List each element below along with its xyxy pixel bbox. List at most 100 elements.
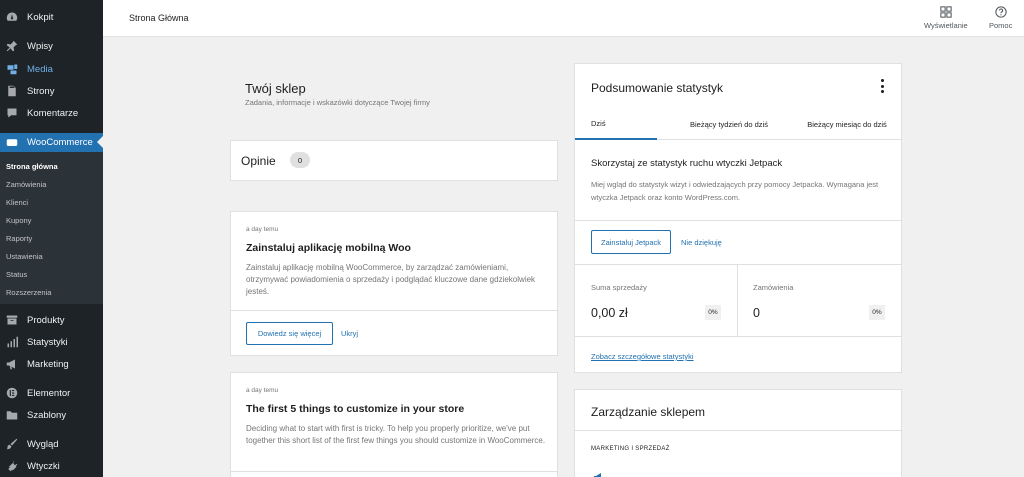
- dismiss-button[interactable]: Ukryj: [341, 329, 358, 338]
- divider: [575, 264, 901, 265]
- megaphone-icon: [594, 473, 601, 477]
- submenu-item-orders[interactable]: Zamówienia: [6, 180, 46, 189]
- submenu-item-home[interactable]: Strona główna: [6, 162, 58, 171]
- divider: [575, 220, 901, 221]
- help-button[interactable]: Pomoc: [989, 6, 1012, 30]
- note-time: a day temu: [246, 226, 279, 233]
- sales-value: 0,00 zł: [591, 306, 628, 320]
- tab-month-to-date[interactable]: Bieżący miesiąc do dziś: [801, 110, 893, 140]
- woocommerce-icon: [5, 136, 19, 150]
- jetpack-body: Miej wgląd do statystyk wizyt i odwiedza…: [591, 180, 879, 202]
- menu-item-media[interactable]: Media: [0, 58, 103, 80]
- more-options-icon[interactable]: [879, 79, 885, 93]
- woocommerce-submenu: Strona główna Zamówienia Klienci Kupony …: [0, 152, 103, 304]
- grid-icon: [940, 6, 952, 18]
- menu-label: Wpisy: [27, 40, 53, 52]
- menu-item-woocommerce[interactable]: WooCommerce: [0, 133, 103, 152]
- menu-label: Wygląd: [27, 438, 59, 450]
- submenu-item-settings[interactable]: Ustawienia: [6, 252, 43, 261]
- menu-item-wyglad[interactable]: Wygląd: [0, 433, 103, 455]
- inbox-note-card: a day temu The first 5 things to customi…: [230, 372, 558, 477]
- store-management-title: Zarządzanie sklepem: [591, 405, 706, 419]
- note-title: Zainstaluj aplikację mobilną Woo: [246, 242, 411, 254]
- menu-label: Media: [27, 63, 53, 75]
- inbox-note-card: a day temu Zainstaluj aplikację mobilną …: [230, 211, 558, 356]
- note-body: Zainstaluj aplikację mobilną WooCommerce…: [246, 263, 536, 296]
- note-time: a day temu: [246, 387, 279, 394]
- jetpack-title: Skorzystaj ze statystyk ruchu wtyczki Je…: [591, 158, 783, 169]
- dashboard-icon: [5, 10, 19, 24]
- menu-label: Szablony: [27, 409, 67, 421]
- menu-item-wpisy[interactable]: Wpisy: [0, 35, 103, 57]
- brush-icon: [5, 437, 19, 451]
- submenu-item-customers[interactable]: Klienci: [6, 198, 28, 207]
- menu-label: Statystyki: [27, 336, 68, 348]
- detailed-stats-link[interactable]: Zobacz szczegółowe statystyki: [591, 352, 694, 361]
- menu-item-szablony[interactable]: Szablony: [0, 404, 103, 426]
- menu-label: WooCommerce: [27, 137, 93, 148]
- menu-label: Strony: [27, 85, 55, 97]
- sales-delta-badge: 0%: [705, 305, 721, 320]
- submenu-item-status[interactable]: Status: [6, 270, 27, 279]
- page-title: Strona Główna: [129, 13, 189, 23]
- display-options-label: Wyświetlanie: [924, 21, 968, 30]
- stats-overview-card: Podsumowanie statystyk Dziś Bieżący tydz…: [574, 63, 902, 373]
- menu-item-produkty[interactable]: Produkty: [0, 309, 103, 331]
- orders-label: Zamówienia: [753, 283, 794, 292]
- help-label: Pomoc: [989, 21, 1013, 30]
- menu-label: Marketing: [27, 358, 69, 370]
- divider: [737, 264, 738, 336]
- note-title: The first 5 things to customize in your …: [246, 403, 465, 415]
- current-menu-arrow: [97, 136, 103, 148]
- divider: [575, 336, 901, 337]
- tab-today[interactable]: Dziś: [575, 110, 657, 140]
- help-icon: [995, 6, 1007, 18]
- menu-item-wtyczki[interactable]: Wtyczki: [0, 455, 103, 477]
- decline-jetpack-button[interactable]: Nie dziękuję: [681, 238, 722, 247]
- menu-label: Komentarze: [27, 107, 79, 119]
- note-divider: [231, 310, 557, 311]
- elementor-icon: [5, 386, 19, 400]
- menu-item-strony[interactable]: Strony: [0, 80, 103, 102]
- archive-icon: [5, 313, 19, 327]
- menu-item-statystyki[interactable]: Statystyki: [0, 331, 103, 353]
- pin-icon: [5, 39, 19, 53]
- page-header: Strona Główna Wyświetlanie Pomoc: [103, 0, 1024, 37]
- bar-chart-icon: [5, 335, 19, 349]
- shop-title: Twój sklep: [245, 81, 306, 96]
- menu-item-marketing[interactable]: Marketing: [0, 353, 103, 375]
- media-icon: [5, 62, 19, 76]
- plugin-icon: [5, 459, 19, 473]
- page-icon: [5, 84, 19, 98]
- stats-tabs: Dziś Bieżący tydzień do dziś Bieżący mie…: [575, 110, 901, 140]
- menu-item-komentarze[interactable]: Komentarze: [0, 102, 103, 124]
- submenu-item-extensions[interactable]: Rozszerzenia: [6, 288, 51, 297]
- shop-subtitle: Zadania, informacje i wskazówki dotycząc…: [245, 98, 430, 107]
- note-divider: [231, 471, 557, 472]
- stats-title: Podsumowanie statystyk: [591, 81, 724, 95]
- comment-icon: [5, 106, 19, 120]
- orders-value: 0: [753, 306, 760, 320]
- divider: [575, 430, 901, 431]
- menu-label: Elementor: [27, 387, 71, 399]
- admin-sidebar: Kokpit Wpisy Media Strony Komentarze Woo…: [0, 0, 103, 477]
- menu-item-elementor[interactable]: Elementor: [0, 382, 103, 404]
- menu-item-kokpit[interactable]: Kokpit: [0, 6, 103, 28]
- marketing-section-label: MARKETING I SPRZEDAŻ: [591, 446, 670, 452]
- sales-label: Suma sprzedaży: [591, 283, 647, 292]
- submenu-item-coupons[interactable]: Kupony: [6, 216, 31, 225]
- tab-week-to-date[interactable]: Bieżący tydzień do dziś: [685, 110, 773, 140]
- orders-delta-badge: 0%: [869, 305, 885, 320]
- reviews-count-badge: 0: [290, 152, 310, 168]
- install-jetpack-button[interactable]: Zainstaluj Jetpack: [591, 230, 671, 254]
- display-options-button[interactable]: Wyświetlanie: [924, 6, 968, 30]
- reviews-card[interactable]: Opinie 0: [230, 140, 558, 181]
- reviews-title: Opinie: [241, 154, 276, 168]
- folder-icon: [5, 408, 19, 422]
- note-body: Deciding what to start with first is tri…: [246, 424, 546, 445]
- menu-label: Kokpit: [27, 11, 54, 23]
- learn-more-button[interactable]: Dowiedz się więcej: [246, 322, 333, 345]
- menu-label: Wtyczki: [27, 460, 60, 472]
- submenu-item-reports[interactable]: Raporty: [6, 234, 32, 243]
- megaphone-icon: [5, 357, 19, 371]
